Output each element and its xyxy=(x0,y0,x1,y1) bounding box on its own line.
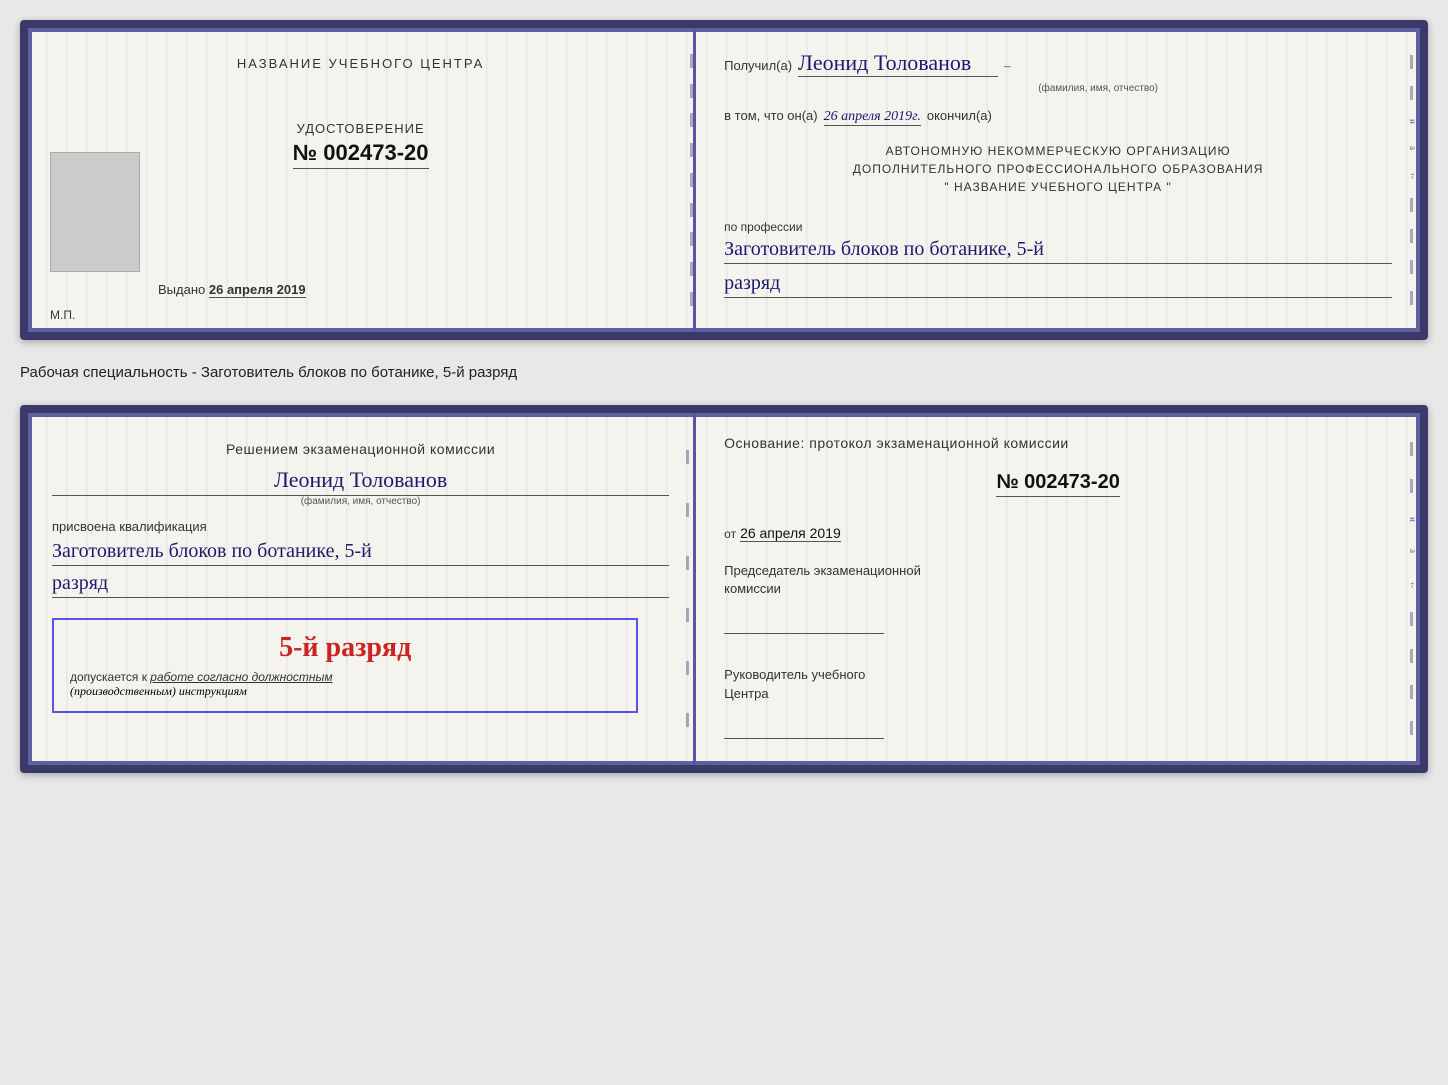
vydano-label: Выдано xyxy=(158,282,205,297)
document-card-2: Решением экзаменационной комиссии Леонид… xyxy=(20,405,1428,773)
rukovoditel-block: Руководитель учебного Центра xyxy=(724,666,1392,742)
org-block: АВТОНОМНУЮ НЕКОММЕРЧЕСКУЮ ОРГАНИЗАЦИЮ ДО… xyxy=(724,142,1392,196)
protokol-number: № 002473-20 xyxy=(996,471,1120,497)
vtom-line: в том, что он(а) 26 апреля 2019г. окончи… xyxy=(724,108,1392,126)
left-margin-deco xyxy=(690,48,693,312)
vydano-date: 26 апреля 2019 xyxy=(209,282,306,298)
predsedatel-signature-line xyxy=(724,614,884,634)
poluchil-name: Леонид Толованов xyxy=(798,50,998,77)
org-name: " НАЗВАНИЕ УЧЕБНОГО ЦЕНТРА " xyxy=(724,178,1392,196)
rukovoditel-label: Руководитель учебного Центра xyxy=(724,666,1392,702)
udostoverenie-block: УДОСТОВЕРЕНИЕ № 002473-20 xyxy=(293,121,429,169)
profession-name-1: Заготовитель блоков по ботанике, 5-й xyxy=(724,238,1392,264)
document-card-1: НАЗВАНИЕ УЧЕБНОГО ЦЕНТРА УДОСТОВЕРЕНИЕ №… xyxy=(20,20,1428,340)
fio-subtitle-2: (фамилия, имя, отчество) xyxy=(52,496,669,507)
poluchil-label: Получил(а) xyxy=(724,58,792,73)
card2-left-margin-deco xyxy=(686,433,689,745)
specialty-text: Рабочая специальность - Заготовитель бло… xyxy=(20,358,1428,387)
osnovanie-label: Основание: протокол экзаменационной коми… xyxy=(724,435,1392,451)
training-center-title: НАЗВАНИЕ УЧЕБНОГО ЦЕНТРА xyxy=(237,56,484,71)
card2-left: Решением экзаменационной комиссии Леонид… xyxy=(28,413,696,765)
vtom-label: в том, что он(а) xyxy=(724,108,817,123)
razryad-value-2: разряд xyxy=(52,572,669,598)
predsedatel-label: Председатель экзаменационной комиссии xyxy=(724,562,1392,598)
ot-date: 26 апреля 2019 xyxy=(740,525,841,542)
dopuskaetsya-prefix: допускается к xyxy=(70,670,147,684)
org-line1: АВТОНОМНУЮ НЕКОММЕРЧЕСКУЮ ОРГАНИЗАЦИЮ xyxy=(724,142,1392,160)
poluchil-dash: – xyxy=(1004,58,1011,74)
ot-line: от 26 апреля 2019 xyxy=(724,525,1392,542)
profession-name-2: Заготовитель блоков по ботанике, 5-й xyxy=(52,540,669,566)
card2-right-margin-deco: и а ‹- xyxy=(1410,433,1416,745)
right-margin-deco-1: и а ‹- xyxy=(1410,48,1416,312)
poprofessii-block: по профессии Заготовитель блоков по бота… xyxy=(724,220,1392,298)
razryad-value-1: разряд xyxy=(724,272,1392,298)
resheniem-label: Решением экзаменационной комиссии xyxy=(52,441,669,457)
predsedatel-block: Председатель экзаменационной комиссии xyxy=(724,562,1392,638)
mp-label: М.П. xyxy=(50,308,75,322)
udostoverenie-number: № 002473-20 xyxy=(293,140,429,169)
poluchil-line: Получил(а) Леонид Толованов – xyxy=(724,50,1392,77)
org-line2: ДОПОЛНИТЕЛЬНОГО ПРОФЕССИОНАЛЬНОГО ОБРАЗО… xyxy=(724,160,1392,178)
vtom-date: 26 апреля 2019г. xyxy=(824,109,921,126)
rukovoditel-signature-line xyxy=(724,719,884,739)
card2-right: Основание: протокол экзаменационной коми… xyxy=(696,413,1420,765)
fio-subtitle-1: (фамилия, имя, отчество) xyxy=(804,83,1392,94)
dopuskaetsya-instrukcii: (производственным) инструкциям xyxy=(70,684,620,699)
stamp-box: 5-й разряд допускается к работе согласно… xyxy=(52,618,638,713)
dopuskaetsya-text: допускается к работе согласно должностны… xyxy=(70,670,620,684)
card1-right: Получил(а) Леонид Толованов – (фамилия, … xyxy=(696,28,1420,332)
okoncil-label: окончил(а) xyxy=(927,108,992,123)
udostoverenie-label: УДОСТОВЕРЕНИЕ xyxy=(293,121,429,136)
ot-label: от xyxy=(724,527,736,541)
prisvoena-label: присвоена квалификация xyxy=(52,519,669,534)
vydano-line: Выдано 26 апреля 2019 xyxy=(158,282,306,297)
poprofessii-label: по профессии xyxy=(724,220,1392,234)
card1-left: НАЗВАНИЕ УЧЕБНОГО ЦЕНТРА УДОСТОВЕРЕНИЕ №… xyxy=(28,28,696,332)
leonid-name: Леонид Толованов xyxy=(52,467,669,496)
photo-placeholder xyxy=(50,152,140,272)
stamp-razryad: 5-й разряд xyxy=(70,632,620,664)
dopuskaetsya-work: работе согласно должностным xyxy=(150,670,332,684)
